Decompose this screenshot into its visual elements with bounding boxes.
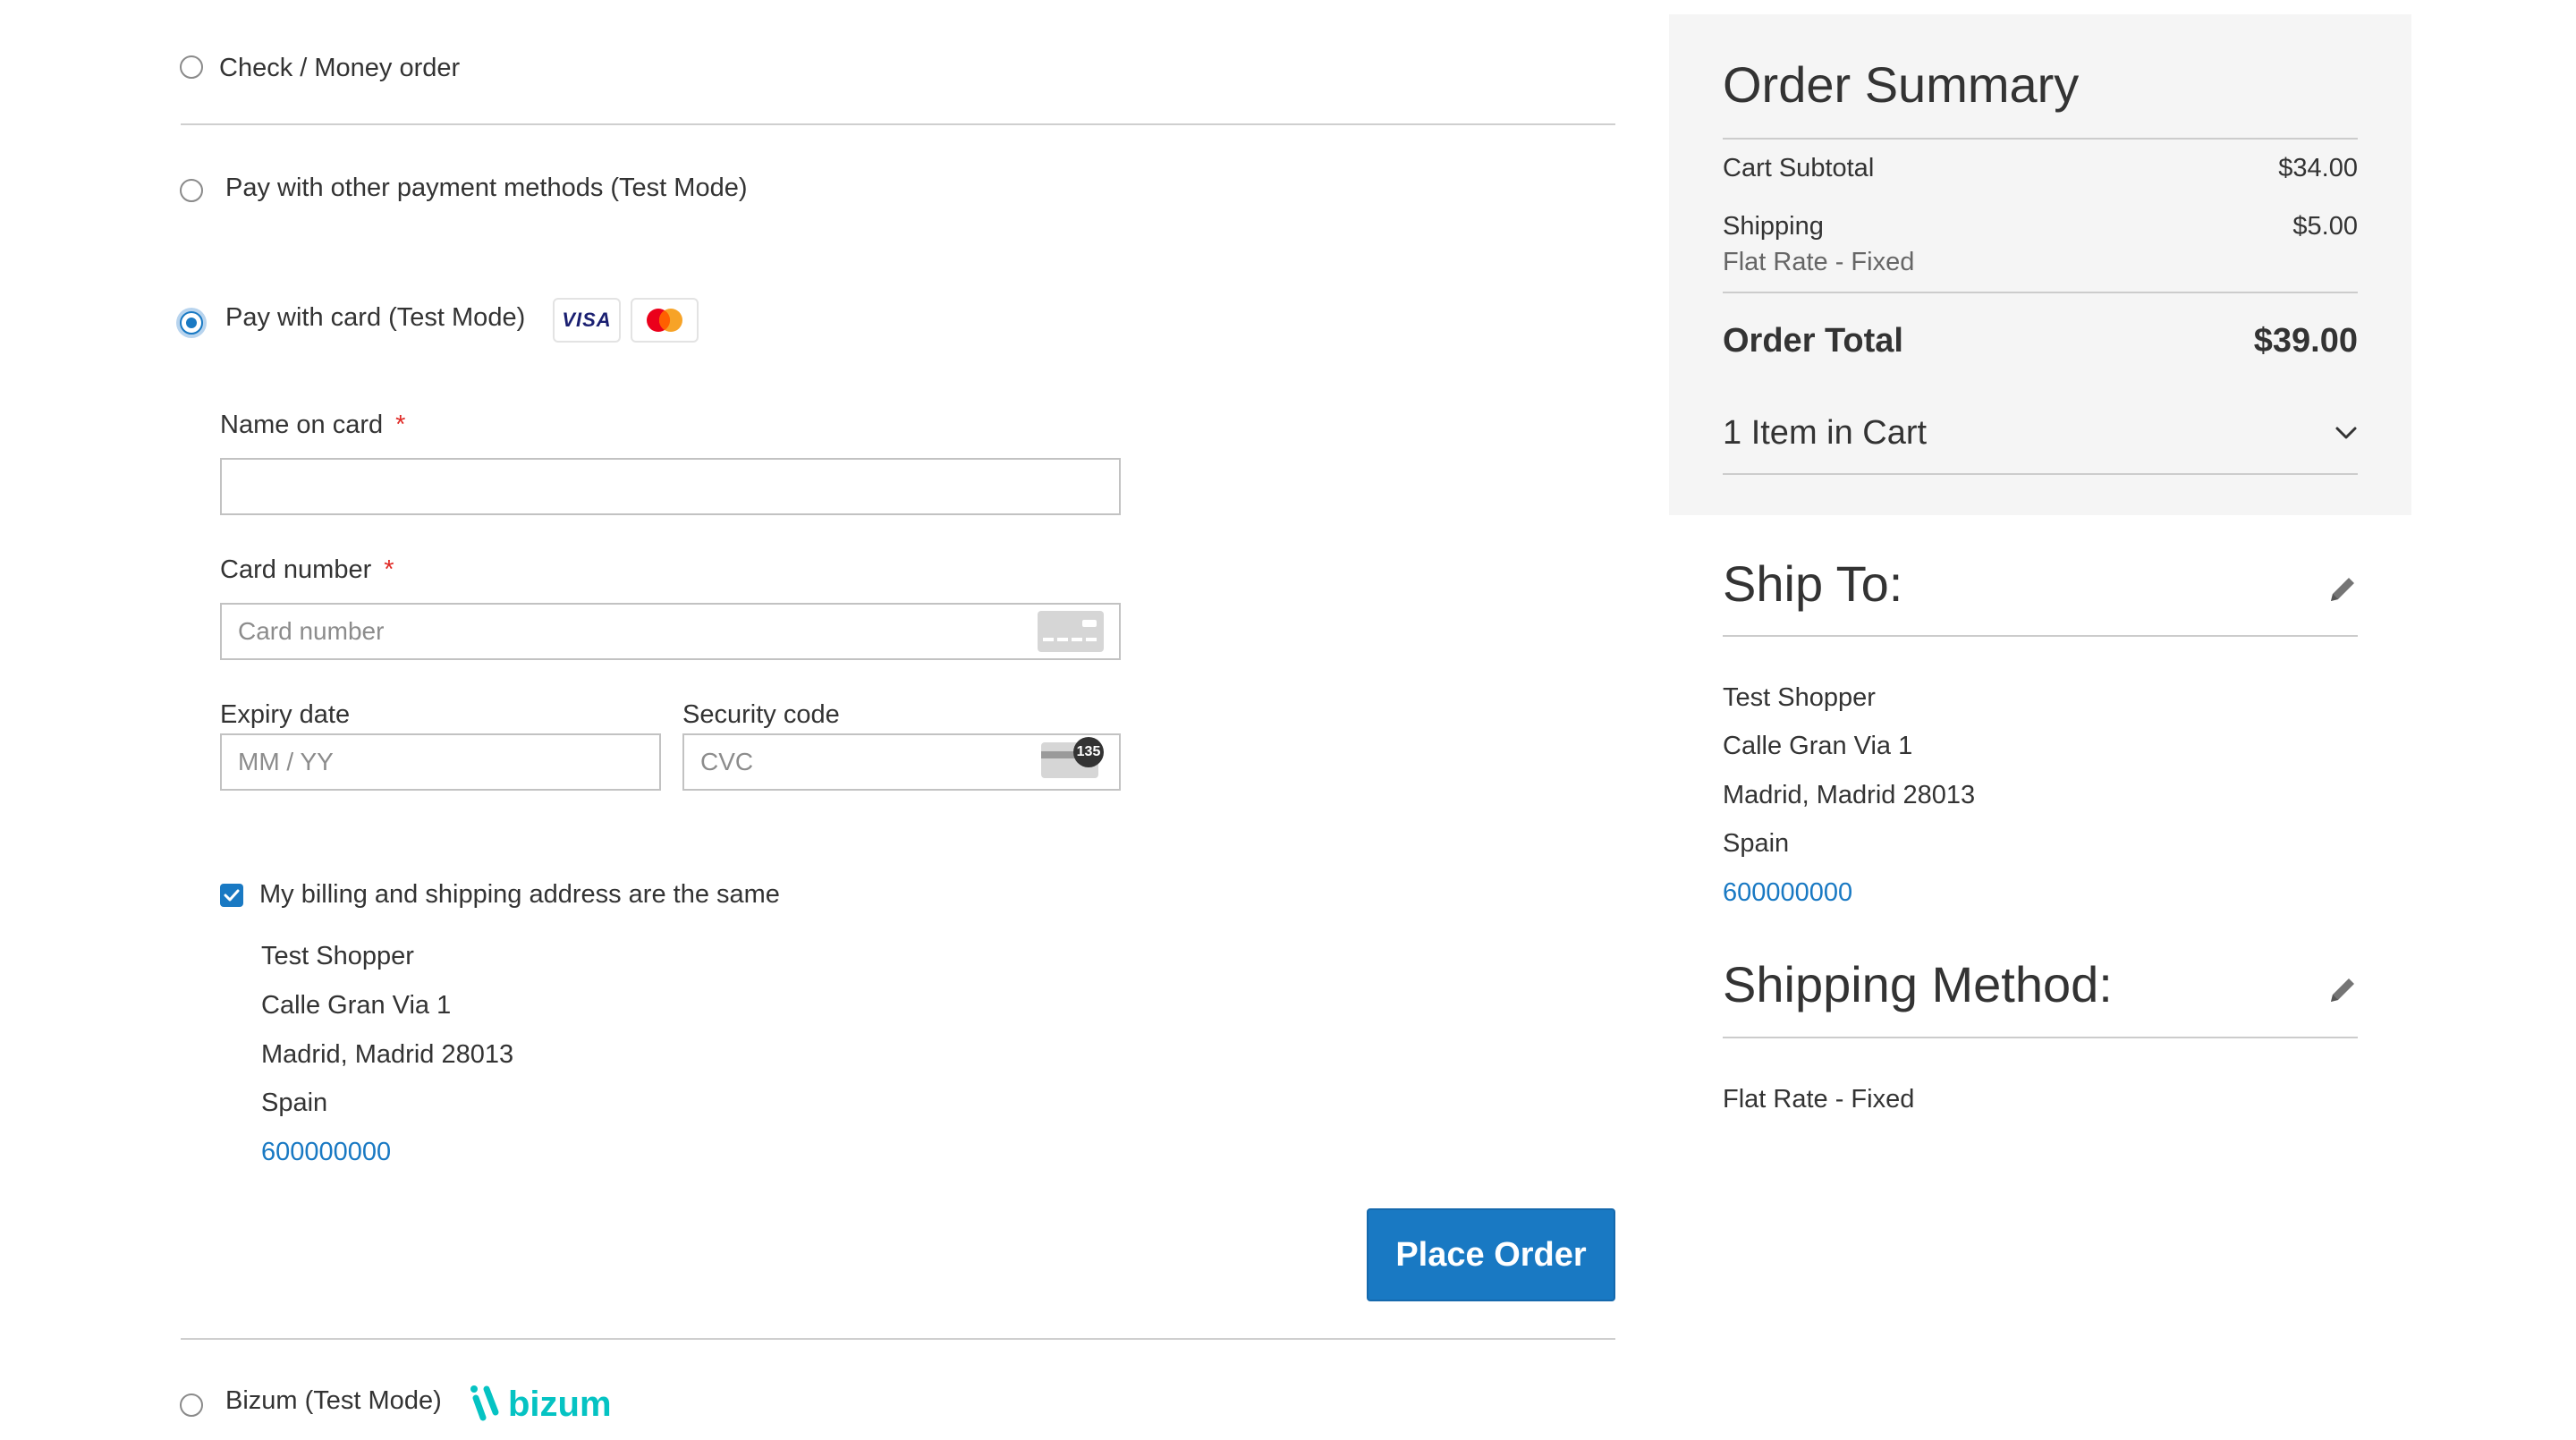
ship-to-title: Ship To: — [1723, 555, 1903, 612]
edit-ship-to-pencil-icon[interactable] — [2327, 574, 2358, 605]
summary-divider — [1723, 473, 2358, 475]
bizum-logo-text: bizum — [508, 1385, 612, 1424]
order-summary-title: Order Summary — [1723, 56, 2080, 113]
shipping-method-title: Shipping Method: — [1723, 956, 2113, 1012]
edit-shipping-method-pencil-icon[interactable] — [2327, 975, 2358, 1005]
expiry-input[interactable] — [220, 733, 661, 791]
expiry-label: Expiry date — [220, 700, 351, 729]
order-total-value: $39.00 — [2253, 322, 2358, 360]
place-order-button[interactable]: Place Order — [1367, 1208, 1615, 1301]
other-methods-label[interactable]: Pay with other payment methods (Test Mod… — [225, 173, 747, 204]
card-radio[interactable] — [180, 311, 203, 335]
check-money-order-radio[interactable] — [180, 55, 203, 79]
ship-to-name: Test Shopper — [1723, 683, 1876, 712]
shipping-label: Shipping — [1723, 212, 1824, 241]
billing-street: Calle Gran Via 1 — [261, 991, 452, 1020]
summary-divider — [1723, 138, 2358, 140]
items-in-cart-toggle[interactable]: 1 Item in Cart — [1723, 413, 1927, 454]
bizum-icon — [470, 1385, 499, 1421]
name-on-card-input[interactable] — [220, 458, 1121, 515]
payment-divider — [181, 123, 1615, 125]
chevron-down-icon[interactable] — [2334, 424, 2358, 442]
card-icon — [1038, 611, 1104, 652]
ship-to-divider — [1723, 635, 2358, 637]
summary-divider — [1723, 292, 2358, 293]
visa-text: VISA — [562, 309, 612, 331]
shipping-method-value: Flat Rate - Fixed — [1723, 1085, 1915, 1114]
mastercard-logo — [647, 309, 682, 332]
billing-country: Spain — [261, 1088, 328, 1117]
billing-phone-link[interactable]: 600000000 — [261, 1137, 391, 1168]
order-total-label: Order Total — [1723, 322, 1903, 360]
billing-same-checkbox[interactable] — [220, 884, 243, 907]
bizum-label[interactable]: Bizum (Test Mode) — [225, 1385, 442, 1417]
cart-subtotal-label: Cart Subtotal — [1723, 154, 1875, 182]
other-methods-radio[interactable] — [180, 179, 203, 202]
card-number-input[interactable] — [220, 603, 1121, 660]
ship-to-phone-link[interactable]: 600000000 — [1723, 877, 1852, 909]
ship-to-country: Spain — [1723, 829, 1790, 858]
ship-to-street: Calle Gran Via 1 — [1723, 732, 1913, 760]
billing-city: Madrid, Madrid 28013 — [261, 1040, 514, 1069]
mastercard-icon — [631, 298, 699, 343]
cvc-badge: 135 — [1073, 737, 1104, 767]
cart-subtotal-value: $34.00 — [2278, 154, 2358, 182]
check-money-order-label[interactable]: Check / Money order — [219, 53, 460, 84]
security-code-label: Security code — [682, 700, 840, 729]
billing-name: Test Shopper — [261, 942, 414, 970]
bizum-radio[interactable] — [180, 1393, 203, 1417]
visa-icon: VISA — [553, 298, 621, 343]
card-number-label: Card number * — [220, 555, 394, 584]
ship-to-city: Madrid, Madrid 28013 — [1723, 781, 1976, 809]
billing-same-label[interactable]: My billing and shipping address are the … — [259, 879, 780, 911]
shipping-method-divider — [1723, 1037, 2358, 1038]
shipping-value: $5.00 — [2292, 212, 2358, 241]
card-label[interactable]: Pay with card (Test Mode) — [225, 302, 525, 334]
check-icon — [224, 889, 240, 902]
name-on-card-label: Name on card * — [220, 411, 406, 439]
payment-divider-bottom — [181, 1338, 1615, 1340]
shipping-method-summary: Flat Rate - Fixed — [1723, 248, 1915, 276]
